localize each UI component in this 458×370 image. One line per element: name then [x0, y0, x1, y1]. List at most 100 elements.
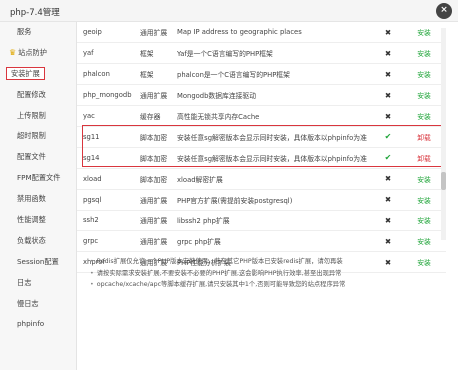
cross-icon: ✖: [384, 69, 392, 79]
status-cell: ✖: [374, 22, 396, 44]
extension-description: libssh2 php扩展: [171, 210, 374, 232]
sidebar-item-service[interactable]: 服务: [0, 22, 76, 43]
sidebar-item-label: 超时限制: [17, 131, 46, 141]
extension-type: 通用扩展: [134, 22, 171, 44]
extension-name: ssh2: [77, 210, 134, 232]
status-cell: ✔: [374, 147, 396, 169]
extension-type: 框架: [134, 63, 171, 86]
scrollbar-thumb[interactable]: [441, 172, 446, 190]
table-row: pgsql 通用扩展 PHP官方扩展(需提前安装postgresql) ✖ 安装: [77, 189, 446, 211]
install-button[interactable]: 安装: [417, 113, 431, 121]
table-row: yaf 框架 Yaf是一个C语言编写的PHP框架 ✖ 安装: [77, 42, 446, 65]
sidebar: 服务 ♛ 站点防护 安装扩展 配置修改 上传限制 超时限制 配置文件 FPM配置文…: [0, 22, 77, 370]
uninstall-button[interactable]: 卸载: [417, 155, 431, 163]
sidebar-item-config-file[interactable]: 配置文件: [0, 147, 76, 168]
install-button[interactable]: 安装: [417, 71, 431, 79]
extension-name: php_mongodb: [77, 84, 134, 107]
sidebar-item-label: Session配置: [17, 256, 59, 266]
notes-list: • Redis扩展仅允许一个PHP版本安装使用，若在其它PHP版本已安装redis…: [90, 256, 440, 291]
sidebar-item-fpm-config[interactable]: FPM配置文件: [0, 168, 76, 189]
note-item: • opcache/xcache/apc等脚本缓存扩展,请只安装其中1个,否则可能…: [90, 281, 346, 288]
extension-description: Mongodb数据库连接驱动: [171, 84, 374, 107]
install-button[interactable]: 安装: [417, 217, 431, 225]
extension-name: sg14: [77, 147, 134, 169]
status-cell: ✔: [374, 126, 396, 148]
main-panel: geoip 通用扩展 Map IP address to geographic pl…: [77, 22, 458, 370]
extension-type: 通用扩展: [134, 84, 171, 107]
status-cell: ✖: [374, 63, 396, 86]
action-cell: 安装: [396, 168, 446, 190]
sidebar-item-site-protection[interactable]: ♛ 站点防护: [0, 43, 76, 64]
sidebar-item-config-modify[interactable]: 配置修改: [0, 85, 76, 106]
cross-icon: ✖: [384, 215, 392, 225]
extension-description: 安装任意sg解密版本会显示同时安装，具体版本以phpinfo为准: [171, 147, 374, 169]
sidebar-item-performance[interactable]: 性能调整: [0, 210, 76, 231]
install-button[interactable]: 安装: [417, 176, 431, 184]
bullet-icon: •: [90, 281, 94, 288]
extension-type: 通用扩展: [134, 210, 171, 232]
status-cell: ✖: [374, 105, 396, 127]
window-title: php-7.4管理: [10, 8, 60, 18]
action-cell: 安装: [396, 42, 446, 65]
extension-description: PHP官方扩展(需提前安装postgresql): [171, 189, 374, 211]
install-button[interactable]: 安装: [417, 29, 431, 37]
table-row: sg11 脚本加密 安装任意sg解密版本会显示同时安装，具体版本以phpinfo为准…: [77, 126, 446, 148]
cross-icon: ✖: [384, 27, 392, 37]
sidebar-item-label: 负载状态: [17, 235, 46, 245]
sidebar-item-phpinfo[interactable]: phpinfo: [0, 314, 76, 335]
status-cell: ✖: [374, 210, 396, 232]
status-cell: ✖: [374, 189, 396, 211]
sidebar-item-disabled-functions[interactable]: 禁用函数: [0, 189, 76, 210]
sidebar-item-install-extensions[interactable]: 安装扩展: [0, 64, 76, 85]
note-item: • Redis扩展仅允许一个PHP版本安装使用，若在其它PHP版本已安装redis…: [90, 258, 343, 265]
extension-type: 通用扩展: [134, 230, 171, 253]
extension-description: grpc php扩展: [171, 230, 374, 253]
extension-name: xload: [77, 168, 134, 190]
table-row: grpc 通用扩展 grpc php扩展 ✖ 安装: [77, 230, 446, 253]
status-cell: ✖: [374, 42, 396, 65]
sidebar-item-load-status[interactable]: 负载状态: [0, 231, 76, 252]
table-row: ssh2 通用扩展 libssh2 php扩展 ✖ 安装: [77, 210, 446, 232]
sidebar-item-session[interactable]: Session配置: [0, 252, 76, 273]
cross-icon: ✖: [384, 174, 392, 184]
extension-name: grpc: [77, 230, 134, 253]
table-row: phalcon 框架 phalcon是一个C语言编写的PHP框架 ✖ 安装: [77, 63, 446, 86]
extension-description: 安装任意sg解密版本会显示同时安装，具体版本以phpinfo为准: [171, 126, 374, 148]
check-icon: ✔: [384, 132, 392, 142]
extension-description: 高性能无锁共享内存Cache: [171, 105, 374, 127]
sidebar-item-label: phpinfo: [17, 319, 45, 329]
extensions-table: geoip 通用扩展 Map IP address to geographic pl…: [77, 22, 446, 274]
cross-icon: ✖: [384, 111, 392, 121]
sidebar-item-log[interactable]: 日志: [0, 273, 76, 294]
install-button[interactable]: 安装: [417, 50, 431, 58]
action-cell: 安装: [396, 230, 446, 253]
sidebar-item-label: 禁用函数: [17, 194, 46, 204]
extension-name: phalcon: [77, 63, 134, 86]
install-button[interactable]: 安装: [417, 92, 431, 100]
close-icon[interactable]: ×: [436, 3, 452, 19]
extension-description: phalcon是一个C语言编写的PHP框架: [171, 63, 374, 86]
table-row: yac 缓存器 高性能无锁共享内存Cache ✖ 安装: [77, 105, 446, 127]
action-cell: 安装: [396, 22, 446, 44]
extension-name: pgsql: [77, 189, 134, 211]
action-cell: 安装: [396, 189, 446, 211]
extension-name: yac: [77, 105, 134, 127]
cross-icon: ✖: [384, 195, 392, 205]
install-button[interactable]: 安装: [417, 238, 431, 246]
extension-description: xload解密扩展: [171, 168, 374, 190]
scrollbar-track[interactable]: [441, 28, 446, 240]
sidebar-item-upload-limit[interactable]: 上传限制: [0, 106, 76, 127]
sidebar-item-label: 慢日志: [17, 298, 39, 308]
table-row: xload 脚本加密 xload解密扩展 ✖ 安装: [77, 168, 446, 190]
bullet-icon: •: [90, 269, 94, 277]
table-row: geoip 通用扩展 Map IP address to geographic pl…: [77, 22, 446, 44]
cross-icon: ✖: [384, 90, 392, 100]
status-cell: ✖: [374, 168, 396, 190]
sidebar-item-timeout-limit[interactable]: 超时限制: [0, 126, 76, 147]
action-cell: 卸载: [396, 126, 446, 148]
action-cell: 安装: [396, 63, 446, 86]
install-button[interactable]: 安装: [417, 197, 431, 205]
sidebar-item-slow-log[interactable]: 慢日志: [0, 294, 76, 315]
uninstall-button[interactable]: 卸载: [417, 134, 431, 142]
extension-name: yaf: [77, 42, 134, 65]
